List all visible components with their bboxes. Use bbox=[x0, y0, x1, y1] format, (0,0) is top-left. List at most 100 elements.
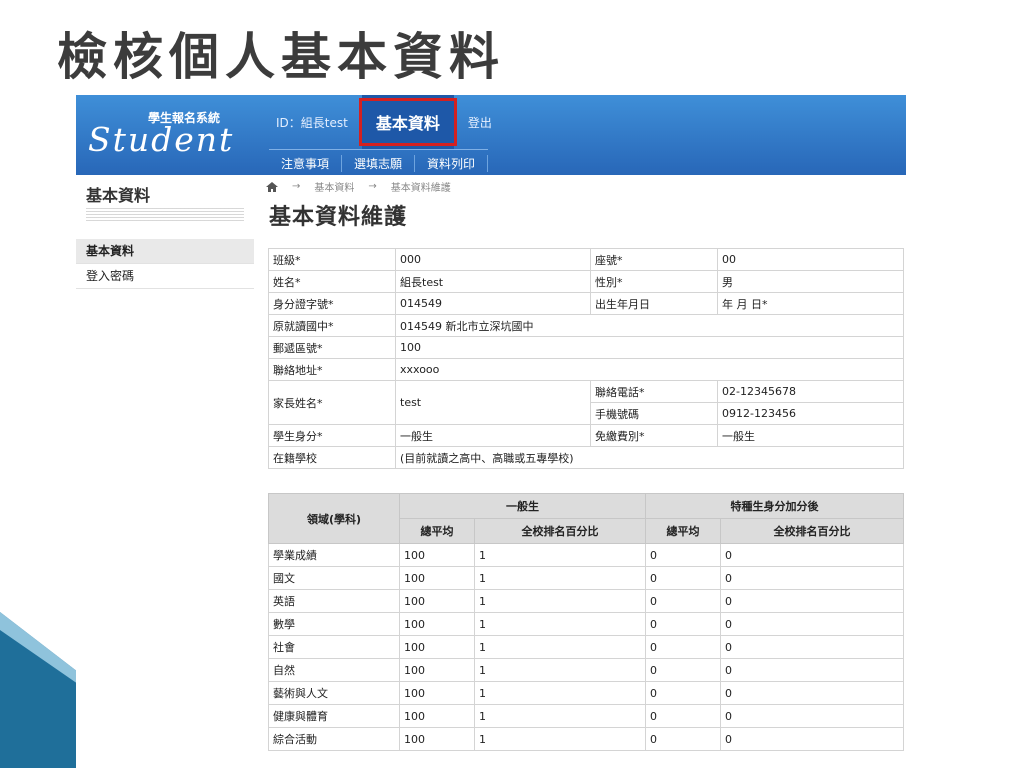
table-row: 綜合活動 100 1 0 0 bbox=[268, 727, 904, 751]
cell-g-avg: 100 bbox=[399, 681, 475, 705]
cell-subject: 社會 bbox=[268, 635, 400, 659]
sidebar-title: 基本資料 bbox=[86, 186, 151, 205]
cell-value: 014549 bbox=[395, 292, 591, 315]
cell-g-rank: 1 bbox=[474, 635, 646, 659]
subnav-print[interactable]: 資料列印 bbox=[415, 154, 489, 172]
cell-s-rank: 0 bbox=[720, 727, 904, 751]
subnav-notice[interactable]: 注意事項 bbox=[269, 154, 343, 172]
cell-s-rank: 0 bbox=[720, 589, 904, 613]
cell-g-rank: 1 bbox=[474, 727, 646, 751]
cell-label: 聯絡地址* bbox=[268, 358, 396, 381]
cell-s-rank: 0 bbox=[720, 543, 904, 567]
column-header: 全校排名百分比 bbox=[474, 518, 646, 544]
cell-value: test bbox=[395, 380, 591, 425]
cell-label: 家長姓名* bbox=[268, 380, 396, 425]
cell-s-avg: 0 bbox=[645, 589, 721, 613]
nav-user-id: ID：組長test bbox=[276, 115, 348, 130]
cell-subject: 藝術與人文 bbox=[268, 681, 400, 705]
cell-s-rank: 0 bbox=[720, 635, 904, 659]
logo: Student bbox=[88, 120, 235, 159]
table-row: 身分證字號* 014549 出生年月日 年 月 日* bbox=[268, 292, 904, 315]
sidebar: 基本資料 基本資料 登入密碼 bbox=[76, 175, 254, 289]
column-header: 領域(學科) bbox=[268, 493, 400, 544]
arrow-icon: → bbox=[368, 181, 377, 192]
cell-s-rank: 0 bbox=[720, 704, 904, 728]
breadcrumb-item[interactable]: 基本資料 bbox=[314, 179, 354, 194]
cell-subject: 數學 bbox=[268, 612, 400, 636]
breadcrumb-current: 基本資料維護 bbox=[390, 183, 451, 194]
table-row: 社會 100 1 0 0 bbox=[268, 635, 904, 659]
cell-subject: 綜合活動 bbox=[268, 727, 400, 751]
arrow-icon: → bbox=[292, 181, 301, 192]
table-row: 藝術與人文 100 1 0 0 bbox=[268, 681, 904, 705]
nav-basic-info[interactable]: 基本資料 bbox=[358, 95, 457, 149]
sub-nav: 注意事項 選填志願 資料列印 bbox=[269, 149, 489, 176]
cell-s-avg: 0 bbox=[645, 727, 721, 751]
cell-subject: 健康與體育 bbox=[268, 704, 400, 728]
cell-g-rank: 1 bbox=[474, 589, 646, 613]
column-header: 全校排名百分比 bbox=[720, 518, 904, 544]
subnav-choices[interactable]: 選填志願 bbox=[342, 154, 416, 172]
cell-g-avg: 100 bbox=[399, 566, 475, 590]
cell-value: 014549 新北市立深坑國中 bbox=[395, 314, 904, 337]
cell-label: 手機號碼 bbox=[590, 402, 718, 425]
app-window: 學生報名系統 Student ID：組長test 基本資料 登出 注意事項 選填… bbox=[76, 95, 906, 768]
cell-g-rank: 1 bbox=[474, 612, 646, 636]
cell-label: 聯絡電話* bbox=[590, 380, 718, 403]
cell-value: (目前就讀之高中、高職或五專學校) bbox=[395, 446, 904, 469]
table-row: 自然 100 1 0 0 bbox=[268, 658, 904, 682]
cell-subject: 國文 bbox=[268, 566, 400, 590]
cell-s-avg: 0 bbox=[645, 635, 721, 659]
cell-g-rank: 1 bbox=[474, 566, 646, 590]
home-icon[interactable] bbox=[266, 181, 278, 192]
basic-info-table: 班級* 000 座號* 00 姓名* 組長test 性別* 男 身分證字號* 0… bbox=[268, 248, 904, 469]
cell-s-avg: 0 bbox=[645, 543, 721, 567]
cell-s-rank: 0 bbox=[720, 658, 904, 682]
decorative-shape bbox=[0, 612, 78, 768]
cell-label: 班級* bbox=[268, 248, 396, 271]
table-row: 聯絡地址* xxxooo bbox=[268, 358, 904, 381]
cell-label: 身分證字號* bbox=[268, 292, 396, 315]
cell-value: xxxooo bbox=[395, 358, 904, 381]
column-header: 一般生 bbox=[399, 493, 646, 519]
cell-g-avg: 100 bbox=[399, 658, 475, 682]
table-row: 原就讀國中* 014549 新北市立深坑國中 bbox=[268, 314, 904, 337]
cell-value: 男 bbox=[717, 270, 904, 293]
sidebar-item-password[interactable]: 登入密碼 bbox=[76, 264, 254, 289]
cell-label: 在籍學校 bbox=[268, 446, 396, 469]
cell-value: 00 bbox=[717, 248, 904, 271]
table-row: 郵遞區號* 100 bbox=[268, 336, 904, 359]
table-row: 英語 100 1 0 0 bbox=[268, 589, 904, 613]
table-row: 健康與體育 100 1 0 0 bbox=[268, 704, 904, 728]
cell-value: 02-12345678 bbox=[717, 380, 904, 403]
cell-s-avg: 0 bbox=[645, 566, 721, 590]
column-header: 總平均 bbox=[645, 518, 721, 544]
score-table: 領域(學科) 一般生 特種生身分加分後 總平均 全校排名百分比 總平均 全校排名… bbox=[268, 493, 904, 751]
cell-g-rank: 1 bbox=[474, 543, 646, 567]
cell-value: 一般生 bbox=[717, 424, 904, 447]
cell-label: 原就讀國中* bbox=[268, 314, 396, 337]
cell-label: 學生身分* bbox=[268, 424, 396, 447]
cell-label: 性別* bbox=[590, 270, 718, 293]
column-header: 總平均 bbox=[399, 518, 475, 544]
cell-g-avg: 100 bbox=[399, 635, 475, 659]
cell-g-rank: 1 bbox=[474, 704, 646, 728]
cell-label: 免繳費別* bbox=[590, 424, 718, 447]
table-row: 班級* 000 座號* 00 bbox=[268, 248, 904, 271]
cell-value: 100 bbox=[395, 336, 904, 359]
cell-label: 座號* bbox=[590, 248, 718, 271]
table-row: 學生身分* 一般生 免繳費別* 一般生 bbox=[268, 424, 904, 447]
cell-g-avg: 100 bbox=[399, 612, 475, 636]
cell-subject: 自然 bbox=[268, 658, 400, 682]
cell-value: 組長test bbox=[395, 270, 591, 293]
column-header: 特種生身分加分後 bbox=[645, 493, 904, 519]
table-row: 姓名* 組長test 性別* 男 bbox=[268, 270, 904, 293]
cell-s-avg: 0 bbox=[645, 612, 721, 636]
table-row: 家長姓名* test 聯絡電話* 02-12345678 bbox=[268, 380, 904, 425]
cell-label: 郵遞區號* bbox=[268, 336, 396, 359]
nav-logout[interactable]: 登出 bbox=[458, 114, 502, 131]
sidebar-item-basic-info[interactable]: 基本資料 bbox=[76, 239, 254, 264]
table-row: 數學 100 1 0 0 bbox=[268, 612, 904, 636]
page-title: 基本資料維護 bbox=[269, 205, 408, 230]
cell-subject: 學業成績 bbox=[268, 543, 400, 567]
